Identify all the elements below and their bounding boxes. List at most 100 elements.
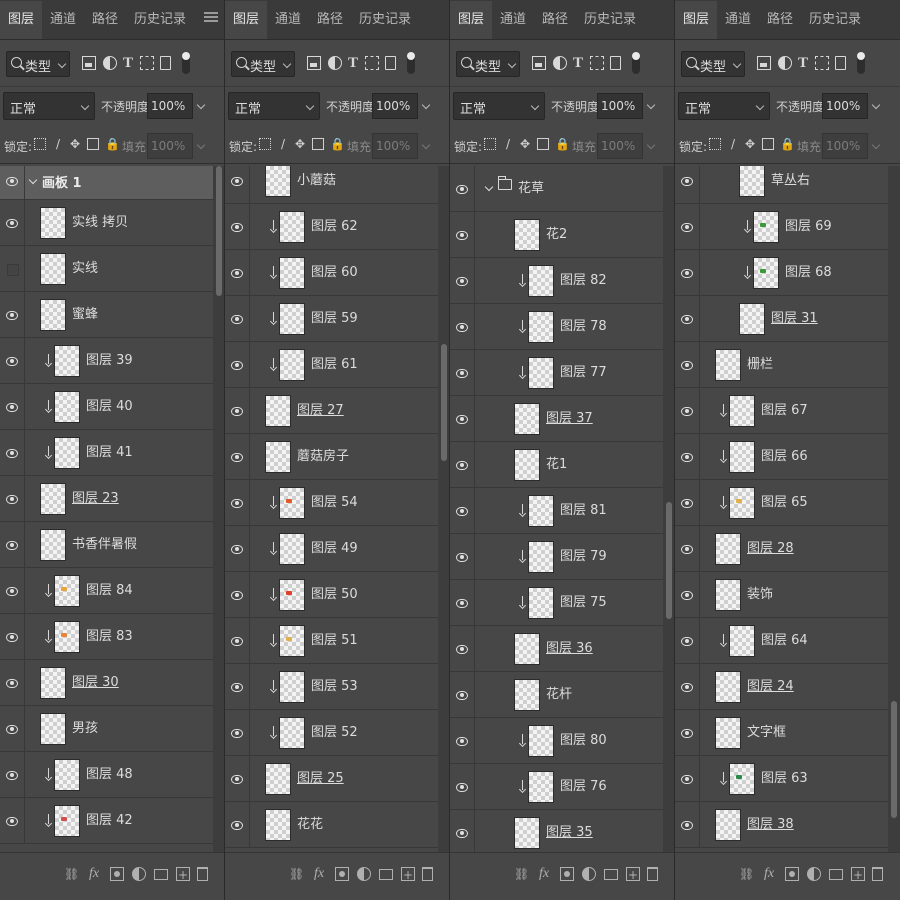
type-filter-icon[interactable]: T <box>796 56 810 71</box>
layer-row[interactable]: 图层 27 <box>225 388 438 434</box>
layer-row[interactable]: 图层 67 <box>675 388 888 434</box>
layer-row[interactable]: 花2 <box>450 212 663 258</box>
scrollbar-thumb[interactable] <box>216 166 222 297</box>
adjustment-icon[interactable] <box>132 867 146 881</box>
visibility-toggle[interactable] <box>225 802 250 847</box>
adjustment-icon[interactable] <box>807 867 821 881</box>
visibility-toggle[interactable] <box>225 526 250 571</box>
layer-thumbnail[interactable] <box>54 344 80 377</box>
visibility-toggle[interactable] <box>0 338 25 383</box>
trash-icon[interactable] <box>872 867 883 881</box>
new-layer-icon[interactable]: + <box>401 867 415 882</box>
visibility-toggle[interactable] <box>675 296 700 341</box>
adjustment-filter-icon[interactable] <box>328 56 342 70</box>
layer-row[interactable]: 图层 60 <box>225 250 438 296</box>
expand-chevron-icon[interactable] <box>484 182 494 192</box>
layer-thumbnail[interactable] <box>729 394 755 427</box>
trash-icon[interactable] <box>647 867 658 881</box>
type-filter-icon[interactable]: T <box>346 56 360 71</box>
mask-icon[interactable] <box>110 867 124 881</box>
layer-thumbnail[interactable] <box>40 482 66 515</box>
tab-channels[interactable]: 通道 <box>267 1 309 39</box>
adjustment-icon[interactable] <box>357 867 371 881</box>
layer-thumbnail[interactable] <box>528 724 554 757</box>
visibility-toggle[interactable] <box>675 618 700 663</box>
visibility-toggle[interactable] <box>0 200 25 245</box>
filter-kind-select[interactable]: 类型 <box>231 51 295 77</box>
smart-object-filter-icon[interactable] <box>610 56 621 70</box>
visibility-toggle[interactable] <box>675 526 700 571</box>
visibility-toggle[interactable] <box>225 480 250 525</box>
layer-row[interactable]: 图层 61 <box>225 342 438 388</box>
layer-thumbnail[interactable] <box>279 210 305 243</box>
layer-thumbnail[interactable] <box>54 574 80 607</box>
layer-thumbnail[interactable] <box>54 620 80 653</box>
lock-paint-icon[interactable]: / <box>727 138 739 150</box>
layer-thumbnail[interactable] <box>729 486 755 519</box>
lock-paint-icon[interactable]: / <box>277 138 289 150</box>
opacity-input[interactable]: 100% <box>597 93 643 119</box>
visibility-toggle[interactable] <box>450 534 475 579</box>
layer-row[interactable]: 图层 39 <box>0 338 213 384</box>
tab-paths[interactable]: 路径 <box>759 1 801 39</box>
layer-row[interactable]: 图层 36 <box>450 626 663 672</box>
layer-thumbnail[interactable] <box>715 716 741 749</box>
layer-thumbnail[interactable] <box>265 394 291 427</box>
layer-thumbnail[interactable] <box>739 302 765 335</box>
scrollbar-thumb[interactable] <box>891 701 897 818</box>
visibility-toggle[interactable] <box>450 810 475 852</box>
smart-object-filter-icon[interactable] <box>835 56 846 70</box>
scrollbar-thumb[interactable] <box>666 502 672 619</box>
layer-row[interactable]: 图层 79 <box>450 534 663 580</box>
visibility-toggle[interactable] <box>225 572 250 617</box>
type-filter-icon[interactable]: T <box>571 56 585 71</box>
visibility-toggle[interactable] <box>0 752 25 797</box>
scrollbar-track[interactable] <box>213 166 224 852</box>
layer-row[interactable]: 图层 38 <box>675 802 888 848</box>
visibility-toggle[interactable] <box>0 522 25 567</box>
visibility-toggle[interactable] <box>450 304 475 349</box>
tab-layers[interactable]: 图层 <box>675 1 718 39</box>
lock-all-icon[interactable]: 🔒 <box>555 138 570 150</box>
visibility-toggle[interactable] <box>225 250 250 295</box>
type-filter-icon[interactable]: T <box>121 56 135 71</box>
visibility-toggle[interactable] <box>225 664 250 709</box>
tab-layers[interactable]: 图层 <box>0 1 43 39</box>
layer-thumbnail[interactable] <box>265 440 291 473</box>
layer-row[interactable]: 实线 <box>0 246 213 292</box>
image-filter-icon[interactable] <box>82 56 96 70</box>
link-icon[interactable]: ⛓ <box>514 867 529 881</box>
layer-row[interactable]: 小蘑菇 <box>225 166 438 204</box>
fill-chevron-icon[interactable] <box>646 140 656 150</box>
lock-move-icon[interactable]: ✥ <box>69 138 81 150</box>
opacity-input[interactable]: 100% <box>822 93 868 119</box>
panel-menu-icon[interactable] <box>204 10 218 24</box>
layer-thumbnail[interactable] <box>753 210 779 243</box>
layer-row[interactable]: 图层 37 <box>450 396 663 442</box>
visibility-toggle[interactable] <box>0 614 25 659</box>
lock-all-icon[interactable]: 🔒 <box>330 138 345 150</box>
visibility-toggle[interactable] <box>675 802 700 847</box>
filter-kind-select[interactable]: 类型 <box>681 51 745 77</box>
link-icon[interactable]: ⛓ <box>289 867 304 881</box>
adjustment-filter-icon[interactable] <box>778 56 792 70</box>
visibility-toggle[interactable] <box>675 166 700 203</box>
layer-row[interactable]: 图层 76 <box>450 764 663 810</box>
layer-row[interactable]: 图层 68 <box>675 250 888 296</box>
filter-kind-select[interactable]: 类型 <box>456 51 520 77</box>
visibility-toggle[interactable] <box>0 476 25 521</box>
opacity-chevron-icon[interactable] <box>421 100 431 110</box>
layer-row[interactable]: 图层 48 <box>0 752 213 798</box>
layer-thumbnail[interactable] <box>528 586 554 619</box>
visibility-toggle[interactable] <box>225 710 250 755</box>
visibility-toggle[interactable] <box>450 488 475 533</box>
visibility-toggle[interactable] <box>450 718 475 763</box>
tab-paths[interactable]: 路径 <box>534 1 576 39</box>
layer-row[interactable]: 图层 24 <box>675 664 888 710</box>
visibility-toggle[interactable] <box>450 672 475 717</box>
tab-paths[interactable]: 路径 <box>84 1 126 39</box>
lock-pixels-icon[interactable] <box>34 138 46 150</box>
layer-thumbnail[interactable] <box>528 540 554 573</box>
visibility-toggle[interactable] <box>675 250 700 295</box>
visibility-toggle[interactable] <box>225 756 250 801</box>
